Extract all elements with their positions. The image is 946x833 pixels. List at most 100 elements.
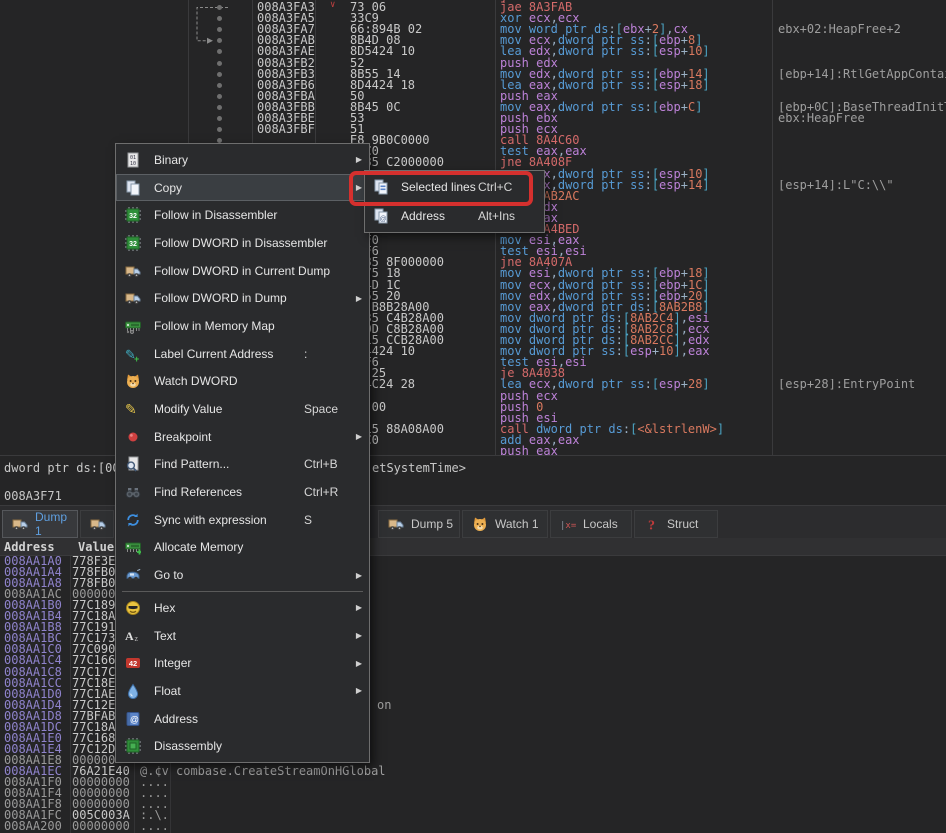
truck-icon — [125, 263, 141, 279]
menu-item-label-current-address[interactable]: ✎+Label Current Address: — [116, 340, 369, 368]
tab-locals[interactable]: |x=| Locals — [550, 510, 632, 538]
menu-item-sync-with-expression[interactable]: Sync with expressionS — [116, 506, 369, 534]
svg-text:|x=|: |x=| — [560, 521, 576, 531]
tab-dump-5[interactable]: Dump 5 — [378, 510, 460, 538]
instruction-dot-icon — [217, 49, 222, 54]
svg-text:42: 42 — [129, 659, 137, 668]
disasm-address: 008A3FBF — [257, 124, 315, 135]
menu-item-watch-dword[interactable]: Watch DWORD — [116, 368, 369, 396]
menu-item-address[interactable]: @Address — [116, 705, 369, 733]
dump-value: 00000000 — [72, 821, 130, 832]
disasm-row[interactable]: 008A3FBA50push eax — [0, 91, 946, 102]
svg-text:✎: ✎ — [125, 402, 137, 417]
menu-item-find-pattern[interactable]: Find Pattern...Ctrl+B — [116, 451, 369, 479]
disasm-row[interactable]: 008A3FB38B55 14mov edx,dword ptr ss:[ebp… — [0, 69, 946, 80]
menu-item-modify-value[interactable]: ✎Modify ValueSpace — [116, 395, 369, 423]
menu-item-integer[interactable]: 42Integer▶ — [116, 649, 369, 677]
submenu-item-selected-lines[interactable]: Selected linesCtrl+C — [365, 173, 544, 202]
menu-item-binary[interactable]: 0110Binary▶ — [116, 146, 369, 174]
instruction-dot-icon — [217, 94, 222, 99]
tab-struct[interactable]: ? Struct — [634, 510, 718, 538]
disasm-row[interactable]: 008A3FA373 06jae 8A3FAB — [0, 2, 946, 13]
instruction-dot-icon — [217, 105, 222, 110]
menu-item-follow-in-memory-map[interactable]: Follow in Memory Map — [116, 312, 369, 340]
svg-text:?: ? — [648, 519, 655, 533]
dump-icon — [12, 516, 28, 532]
menu-item-breakpoint[interactable]: Breakpoint▶ — [116, 423, 369, 451]
disasm-row[interactable]: 008A3FB252push edx — [0, 58, 946, 69]
disasm-row[interactable]: 008A3FA766:894B 02mov word ptr ds:[ebx+2… — [0, 24, 946, 35]
submenu-shortcut: Alt+Ins — [478, 209, 515, 223]
dump-comment-fragment: on — [377, 700, 391, 711]
instruction-dot-icon — [217, 72, 222, 77]
submenu-item-address[interactable]: @AddressAlt+Ins — [365, 202, 544, 231]
float-icon — [125, 683, 141, 699]
svg-text:A: A — [125, 629, 134, 643]
disasm-row[interactable]: 008A3FAE8D5424 10lea edx,dword ptr ss:[e… — [0, 46, 946, 57]
svg-text:@: @ — [379, 216, 386, 223]
dump-address: 008AA200 — [4, 821, 62, 832]
disasm-row[interactable]: 008A3FBB8B45 0Cmov eax,dword ptr ss:[ebp… — [0, 102, 946, 113]
menu-item-follow-dword-in-disassembler[interactable]: 32Follow DWORD in Disassembler — [116, 229, 369, 257]
magnifier-icon — [125, 456, 141, 472]
submenu-arrow-icon: ▶ — [356, 294, 362, 303]
pencily-icon: ✎ — [125, 401, 141, 417]
menu-separator — [122, 591, 363, 592]
tab-dump-1[interactable]: Dump 1 — [2, 510, 78, 538]
dump-icon — [90, 516, 106, 532]
car-icon — [125, 567, 141, 583]
menu-shortcut: : — [304, 347, 307, 361]
menu-shortcut: Ctrl+B — [304, 457, 338, 471]
truck-icon — [125, 290, 141, 306]
tab-watch-1[interactable]: Watch 1 — [462, 510, 548, 538]
menu-item-find-references[interactable]: Find ReferencesCtrl+R — [116, 478, 369, 506]
menu-item-follow-dword-in-dump[interactable]: Follow DWORD in Dump▶ — [116, 284, 369, 312]
submenu-arrow-icon: ▶ — [356, 686, 362, 695]
disasm-row[interactable]: 008A3FB68D4424 18lea eax,dword ptr ss:[e… — [0, 80, 946, 91]
menu-item-follow-dword-in-current-dump[interactable]: Follow DWORD in Current Dump — [116, 257, 369, 285]
status-expression-right: etSystemTime> — [372, 461, 466, 475]
menu-item-disassembly[interactable]: Disassembly — [116, 732, 369, 760]
menu-item-go-to[interactable]: Go to▶ — [116, 561, 369, 589]
dump-row[interactable]: 008AA200 00000000.... — [0, 821, 946, 832]
chip32-icon: 32 — [125, 235, 141, 251]
submenu-arrow-icon: ▶ — [356, 183, 362, 192]
disasm-row[interactable]: 008A3FBE53push ebxebx:HeapFree — [0, 113, 946, 124]
submenu-arrow-icon: ▶ — [356, 155, 362, 164]
submenu-arrow-icon: ▶ — [356, 603, 362, 612]
ramplus-icon — [125, 539, 141, 555]
instruction-dot-icon — [217, 83, 222, 88]
menu-item-text[interactable]: AzText▶ — [116, 622, 369, 650]
copy-icon — [125, 180, 141, 196]
dump-ascii: .... — [140, 821, 169, 832]
disasm-row[interactable]: 008A3FAB8B4D 08mov ecx,dword ptr ss:[ebp… — [0, 35, 946, 46]
int42-icon: 42 — [125, 655, 141, 671]
dump-icon — [388, 516, 404, 532]
context-menu: 0110Binary▶Copy▶32Follow in Disassembler… — [115, 143, 370, 763]
menu-shortcut: S — [304, 513, 312, 527]
disasm-comment: [ebp+0C]:BaseThreadInitT — [778, 102, 946, 113]
watch-icon — [472, 516, 488, 532]
menu-item-copy[interactable]: Copy▶ — [116, 174, 369, 202]
status-expression-left: dword ptr ds:[00 — [4, 461, 120, 475]
instruction-dot-icon — [217, 38, 222, 43]
menu-item-allocate-memory[interactable]: Allocate Memory — [116, 534, 369, 562]
menu-item-hex[interactable]: Hex▶ — [116, 594, 369, 622]
cat-icon — [125, 373, 141, 389]
menu-item-follow-in-disassembler[interactable]: 32Follow in Disassembler — [116, 201, 369, 229]
copy-submenu: Selected linesCtrl+C@AddressAlt+Ins — [364, 170, 545, 233]
svg-text:@: @ — [130, 714, 139, 724]
svg-text:32: 32 — [129, 213, 137, 220]
submenu-arrow-icon: ▶ — [356, 571, 362, 580]
menu-item-float[interactable]: Float▶ — [116, 677, 369, 705]
svg-text:32: 32 — [129, 241, 137, 248]
hexsmiley-icon — [125, 600, 141, 616]
disasm-row[interactable]: 008A3FBF51push ecx — [0, 124, 946, 135]
struct-icon: ? — [644, 516, 660, 532]
binary-icon: 0110 — [125, 152, 141, 168]
chip-icon — [125, 738, 141, 754]
disasm-row[interactable]: 008A3FA533C9xor ecx,ecx — [0, 13, 946, 24]
tab-dump-2[interactable] — [80, 510, 114, 538]
menu-shortcut: Ctrl+R — [304, 485, 338, 499]
disasm-instruction: push eax — [500, 446, 558, 455]
